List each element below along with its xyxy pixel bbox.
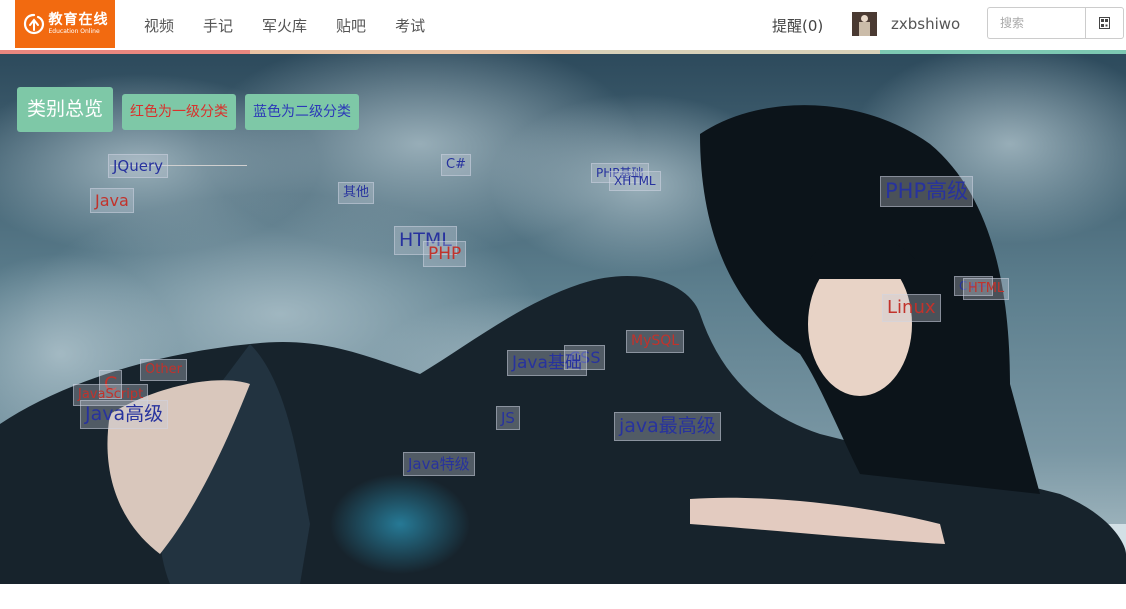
tag-java-special[interactable]: Java特级 <box>403 452 475 476</box>
search-input[interactable] <box>987 7 1085 39</box>
tag-other-cn[interactable]: 其他 <box>338 182 375 204</box>
nav-item-exam[interactable]: 考试 <box>395 15 425 36</box>
username-link[interactable]: zxbshiwo <box>891 15 960 33</box>
tag-linux[interactable]: Linux <box>882 294 941 322</box>
red-first-level-legend-button[interactable]: 红色为一级分类 <box>122 94 236 130</box>
category-banner: 类别总览 红色为一级分类 蓝色为二级分类 JQuery Java C# 其他 P… <box>0 54 1126 584</box>
main-nav: 视频 手记 军火库 贴吧 考试 <box>144 0 454 50</box>
notifications-link[interactable]: 提醒(0) <box>772 15 823 36</box>
banner-background-image <box>0 54 1126 584</box>
page-bottom-whitespace <box>0 584 1126 609</box>
avatar[interactable] <box>852 12 877 36</box>
blue-second-level-legend-button[interactable]: 蓝色为二级分类 <box>245 94 359 130</box>
tag-java-top-level[interactable]: java最高级 <box>614 412 721 441</box>
qr-code-button[interactable] <box>1085 7 1124 39</box>
tag-java-basic[interactable]: Java基础 <box>507 350 587 377</box>
logo-title: 教育在线 <box>48 12 109 28</box>
tag-other[interactable]: Other <box>140 359 187 381</box>
tag-js[interactable]: JS <box>496 406 520 430</box>
tag-java[interactable]: Java <box>90 188 134 214</box>
education-online-logo-icon <box>23 13 44 35</box>
site-logo[interactable]: 教育在线 Education Online <box>15 0 115 48</box>
tag-csharp[interactable]: C# <box>441 154 471 176</box>
logo-text: 教育在线 Education Online <box>49 13 109 35</box>
tag-php-advanced[interactable]: PHP高级 <box>880 176 974 208</box>
tag-jquery[interactable]: JQuery <box>108 154 169 178</box>
category-overview-button[interactable]: 类别总览 <box>17 87 113 132</box>
tag-mysql[interactable]: MySQL <box>626 330 685 353</box>
nav-item-arsenal[interactable]: 军火库 <box>262 15 307 36</box>
top-header: 教育在线 Education Online 视频 手记 军火库 贴吧 考试 提醒… <box>0 0 1126 50</box>
qr-code-icon <box>1099 17 1110 29</box>
logo-subtitle: Education Online <box>48 28 100 35</box>
tag-xhtml[interactable]: XHTML <box>609 171 661 192</box>
tag-java-advanced[interactable]: Java高级 <box>80 400 169 429</box>
tag-html-red[interactable]: HTML <box>963 278 1010 300</box>
nav-item-forum[interactable]: 贴吧 <box>336 15 366 36</box>
nav-item-video[interactable]: 视频 <box>144 15 174 36</box>
tag-php[interactable]: PHP <box>423 241 467 268</box>
nav-item-notes[interactable]: 手记 <box>203 15 233 36</box>
